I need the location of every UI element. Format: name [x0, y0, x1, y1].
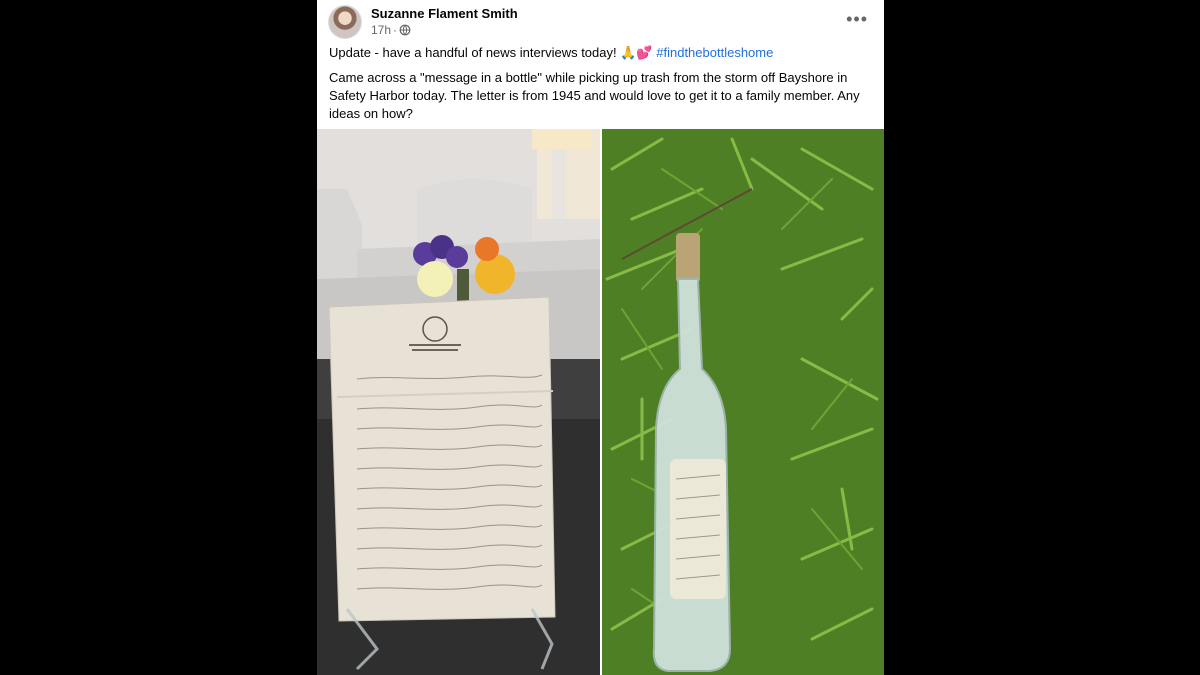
hashtag-link[interactable]: #findthebottleshome — [656, 45, 773, 60]
globe-icon — [399, 24, 411, 36]
update-text: Update - have a handful of news intervie… — [329, 45, 617, 60]
meta-separator: · — [393, 23, 398, 37]
post-header: Suzanne Flament Smith 17h · ••• — [317, 0, 884, 44]
author-name[interactable]: Suzanne Flament Smith — [371, 6, 518, 21]
update-line: Update - have a handful of news intervie… — [329, 45, 773, 61]
facebook-post: Suzanne Flament Smith 17h · ••• Update -… — [317, 0, 884, 675]
more-options-icon[interactable]: ••• — [846, 9, 868, 30]
post-meta: 17h · — [371, 23, 411, 37]
post-time[interactable]: 17h — [371, 23, 391, 37]
bottle-photo[interactable] — [602, 129, 884, 675]
post-body: Came across a "message in a bottle" whil… — [329, 70, 860, 121]
update-emoji: 🙏💕 — [620, 45, 653, 60]
letter-photo[interactable] — [317, 129, 600, 675]
avatar[interactable] — [328, 5, 362, 39]
